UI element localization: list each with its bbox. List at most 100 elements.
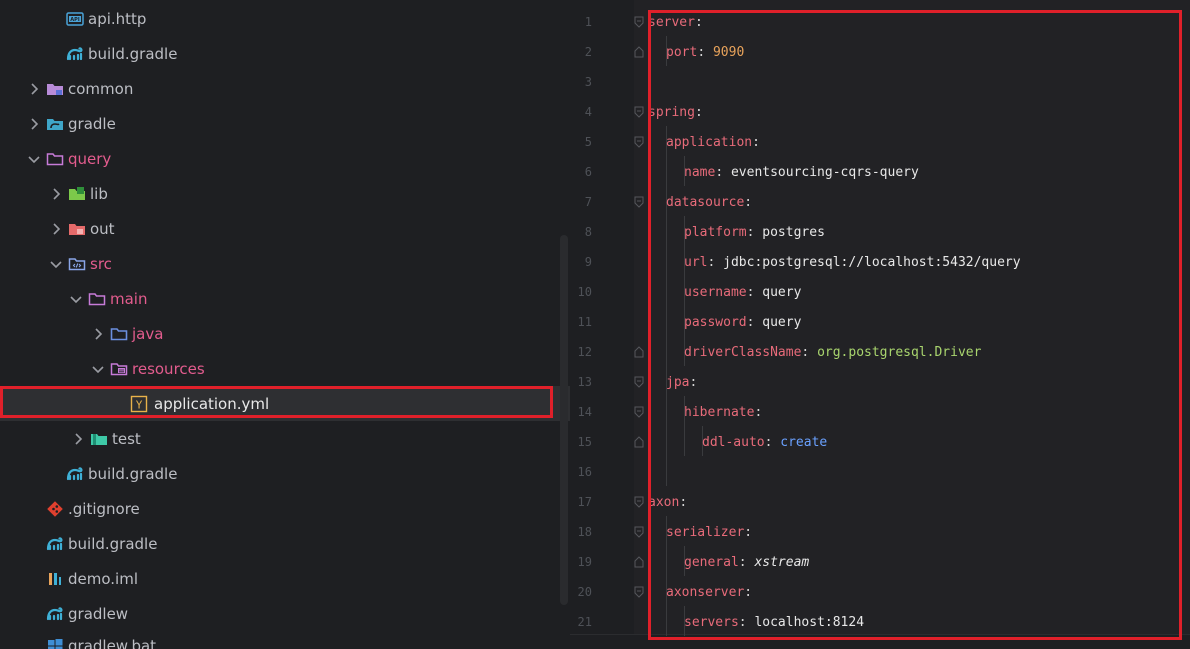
code-line[interactable]: 5 application: (570, 127, 1190, 157)
tree-item-out[interactable]: out (0, 211, 570, 246)
yaml-value: create (780, 434, 828, 450)
yaml-key: driverClassName (684, 344, 802, 360)
chevron-right-icon[interactable] (28, 115, 40, 133)
yaml-value: jdbc:postgresql://localhost:5432/query (723, 254, 1021, 270)
yaml-key: hibernate (684, 404, 755, 420)
tree-item-demo-iml[interactable]: demo.iml (0, 561, 570, 596)
tree-item-build-gradle[interactable]: build.gradle (0, 36, 570, 71)
fold-open-icon[interactable] (633, 195, 645, 209)
tree-item-api-http[interactable]: API api.http (0, 1, 570, 36)
fold-open-icon[interactable] (633, 585, 645, 599)
yaml-key: port (666, 44, 698, 60)
chevron-right-icon[interactable] (28, 80, 40, 98)
fold-open-icon[interactable] (633, 525, 645, 539)
tree-item-label: api.http (88, 9, 147, 28)
tree-item-label: gradle (68, 114, 116, 133)
yaml-key: url (684, 254, 708, 270)
fold-open-icon[interactable] (633, 405, 645, 419)
output-folder-icon (68, 220, 86, 238)
fold-close-icon[interactable] (633, 345, 645, 359)
yaml-separator: : (801, 344, 818, 360)
tree-item-test[interactable]: test (0, 421, 570, 456)
folder-icon (46, 150, 64, 168)
tree-item-build-gradle[interactable]: build.gradle (0, 526, 570, 561)
tree-item-gradlew[interactable]: gradlew (0, 596, 570, 631)
yaml-key: servers (684, 614, 739, 630)
code-line[interactable]: 15 ddl-auto: create (570, 427, 1190, 457)
gradle-icon (66, 45, 84, 63)
line-number: 18 (577, 525, 592, 539)
fold-open-icon[interactable] (633, 105, 645, 119)
tree-item-main[interactable]: main (0, 281, 570, 316)
line-number: 7 (584, 195, 592, 209)
code-line[interactable]: 17 axon: (570, 487, 1190, 517)
fold-open-icon[interactable] (633, 135, 645, 149)
code-line[interactable]: 7 datasource: (570, 187, 1190, 217)
code-line[interactable]: 8 platform: postgres (570, 217, 1190, 247)
line-number: 11 (577, 315, 592, 329)
fold-open-icon[interactable] (633, 495, 645, 509)
code-editor[interactable]: 1 server: 2 port: 9090 3 4 spring: 5 app… (570, 0, 1190, 649)
yaml-key: ddl-auto (702, 434, 765, 450)
yaml-file-icon: Y (130, 395, 148, 413)
code-line[interactable]: 19 general: xstream (570, 547, 1190, 577)
line-number: 6 (584, 165, 592, 179)
code-line[interactable]: 13 jpa: (570, 367, 1190, 397)
code-line[interactable]: 3 (570, 67, 1190, 97)
code-line[interactable]: 12 driverClassName: org.postgresql.Drive… (570, 337, 1190, 367)
folder-icon (88, 290, 106, 308)
tree-item-application-yml[interactable]: Y application.yml (0, 386, 570, 421)
code-line[interactable]: 16 (570, 457, 1190, 487)
tree-item-lib[interactable]: lib (0, 176, 570, 211)
code-line[interactable]: 14 hibernate: (570, 397, 1190, 427)
chevron-right-icon[interactable] (72, 430, 84, 448)
code-line[interactable]: 4 spring: (570, 97, 1190, 127)
java-folder-icon (110, 325, 128, 343)
chevron-right-icon[interactable] (50, 185, 62, 203)
tree-item-label: gradlew (68, 604, 129, 623)
yaml-separator: : (694, 14, 703, 30)
tree-item-gitignore[interactable]: .gitignore (0, 491, 570, 526)
yaml-key: application (666, 134, 753, 150)
yaml-key: datasource (666, 194, 745, 210)
fold-close-icon[interactable] (633, 45, 645, 59)
chevron-down-icon[interactable] (50, 255, 62, 273)
chevron-down-icon[interactable] (28, 150, 40, 168)
fold-close-icon[interactable] (633, 435, 645, 449)
code-line[interactable]: 18 serializer: (570, 517, 1190, 547)
tree-item-gradlew-bat[interactable]: gradlew.bat (0, 628, 570, 649)
line-number: 10 (577, 285, 592, 299)
code-line[interactable]: 10 username: query (570, 277, 1190, 307)
chevron-down-icon[interactable] (70, 290, 82, 308)
code-line[interactable]: 21 servers: localhost:8124 (570, 607, 1190, 637)
fold-open-icon[interactable] (633, 15, 645, 29)
yaml-separator: : (744, 524, 753, 540)
tree-item-label: build.gradle (68, 534, 158, 553)
tree-item-gradle[interactable]: gradle (0, 106, 570, 141)
tree-item-src[interactable]: src (0, 246, 570, 281)
yaml-key: serializer (666, 524, 745, 540)
code-line[interactable]: 9 url: jdbc:postgresql://localhost:5432/… (570, 247, 1190, 277)
yaml-separator: : (754, 404, 763, 420)
yaml-separator: : (689, 374, 698, 390)
chevron-down-icon[interactable] (92, 360, 104, 378)
line-number: 2 (584, 45, 592, 59)
chevron-right-icon[interactable] (50, 220, 62, 238)
fold-open-icon[interactable] (633, 375, 645, 389)
tree-item-query[interactable]: query (0, 141, 570, 176)
tree-item-common[interactable]: common (0, 71, 570, 106)
tree-item-label: .gitignore (68, 499, 140, 518)
code-line[interactable]: 11 password: query (570, 307, 1190, 337)
test-folder-icon (90, 430, 108, 448)
fold-close-icon[interactable] (633, 555, 645, 569)
code-line[interactable]: 1 server: (570, 7, 1190, 37)
code-line[interactable]: 6 name: eventsourcing-cqrs-query (570, 157, 1190, 187)
chevron-right-icon[interactable] (92, 325, 104, 343)
tree-item-java[interactable]: java (0, 316, 570, 351)
tree-item-build-gradle[interactable]: build.gradle (0, 456, 570, 491)
tree-scrollbar[interactable] (560, 235, 568, 605)
tree-item-resources[interactable]: resources (0, 351, 570, 386)
code-line[interactable]: 20 axonserver: (570, 577, 1190, 607)
tree-item-label: query (68, 149, 112, 168)
code-line[interactable]: 2 port: 9090 (570, 37, 1190, 67)
